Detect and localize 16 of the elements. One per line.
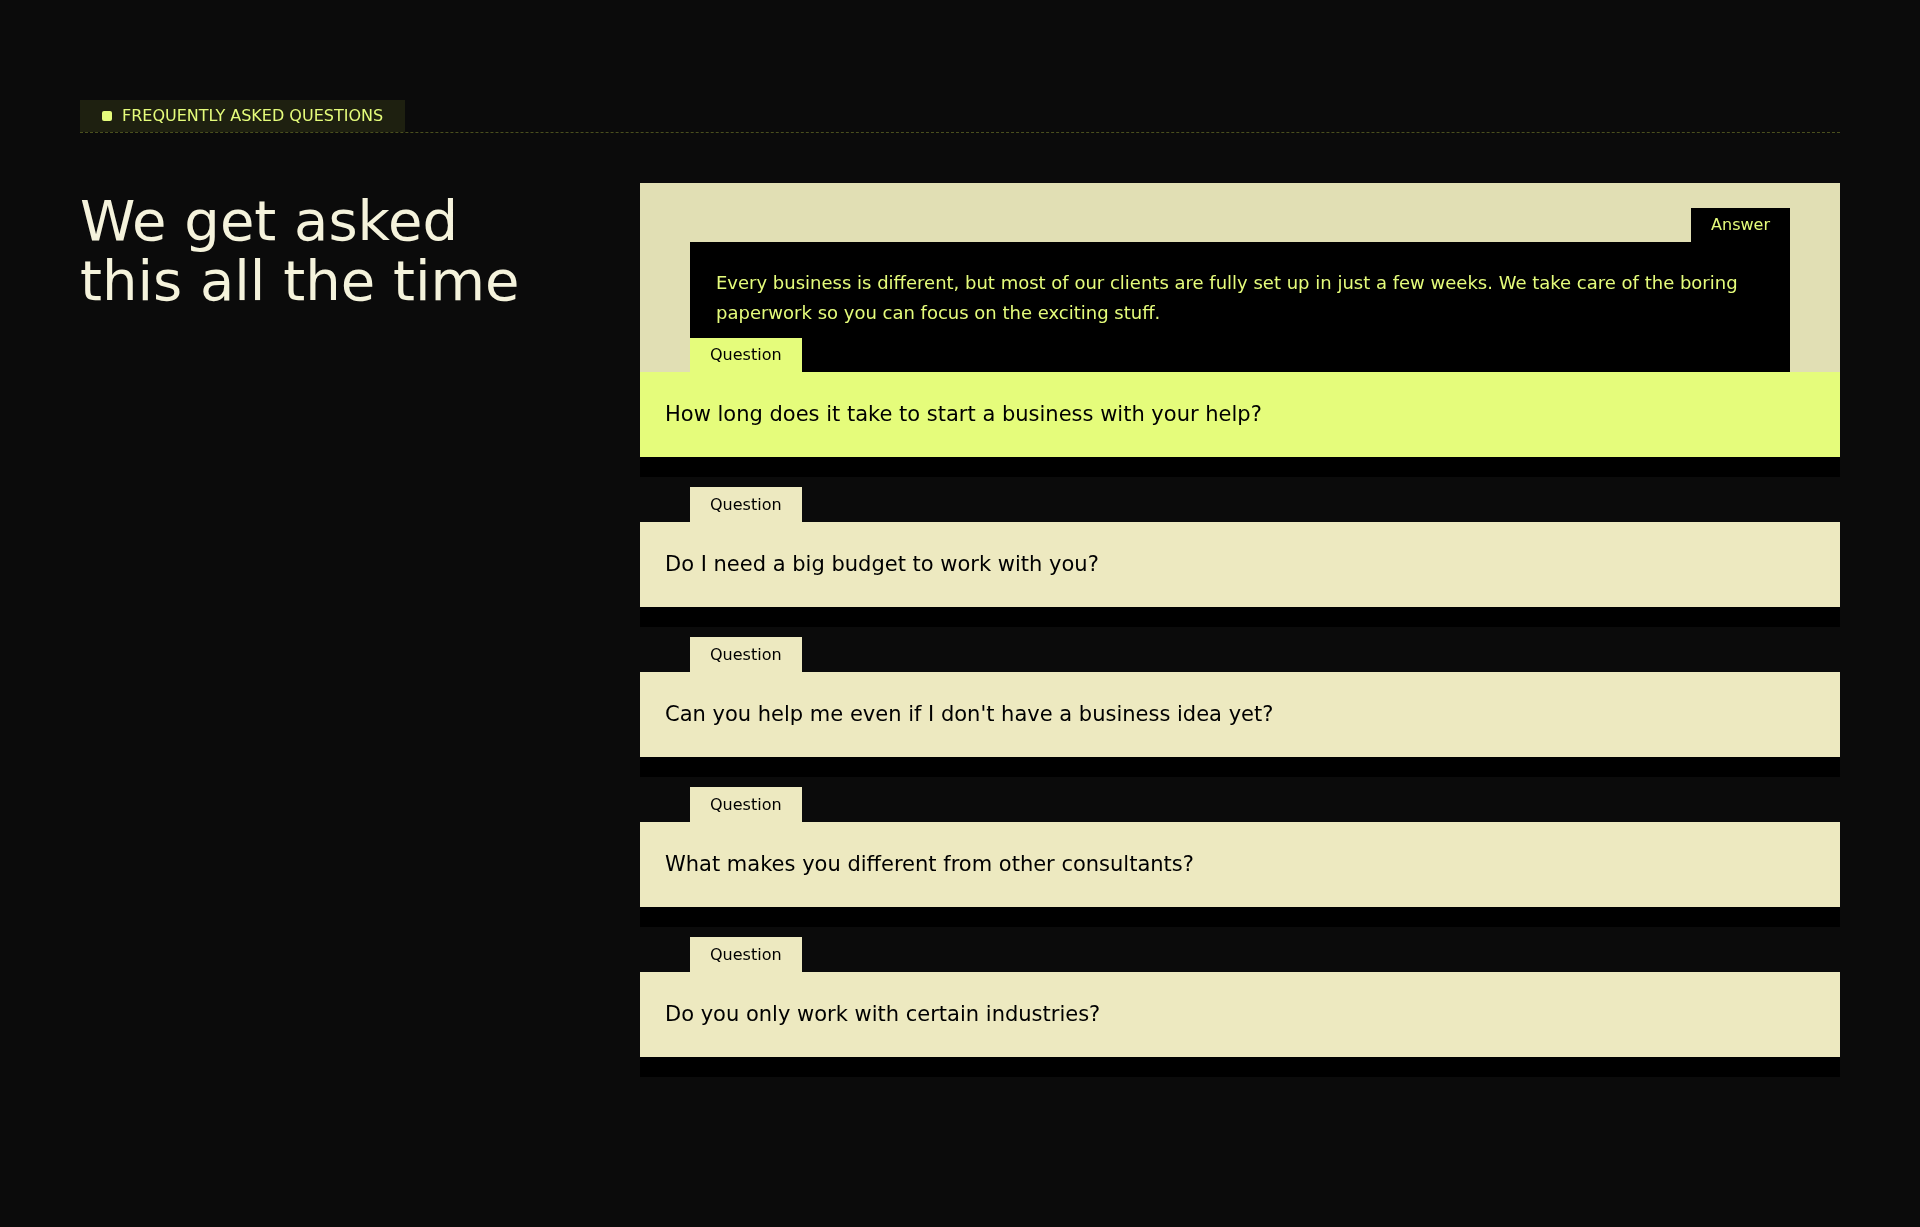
section-label-text: FREQUENTLY ASKED QUESTIONS — [122, 105, 384, 127]
question-tab: Question — [690, 937, 802, 972]
question-tab: Question — [690, 787, 802, 822]
heading: We get asked this all the time — [80, 191, 521, 311]
faq-item-expanded[interactable] — [640, 183, 1840, 477]
answer-tab: Answer — [1691, 208, 1790, 242]
question-text[interactable]: Do you only work with certain industries? — [640, 972, 1840, 1057]
question-tab: Question — [690, 487, 802, 522]
question-tab: Question — [690, 338, 802, 372]
question-text[interactable]: What makes you different from other consultants? — [640, 822, 1840, 907]
question-text[interactable]: Can you help me even if I don't have a business idea yet? — [640, 672, 1840, 757]
question-tab: Question — [690, 637, 802, 672]
question-text[interactable]: How long does it take to start a business with your help? — [640, 372, 1840, 457]
square-icon — [102, 111, 112, 121]
question-text[interactable]: Do I need a big budget to work with you? — [640, 522, 1840, 607]
answer-text: Every business is different, but most of our clients are fully set up in just a few weeks. We take care of the boring paperwork so you can focus on the exciting stuff. — [715, 271, 1739, 325]
